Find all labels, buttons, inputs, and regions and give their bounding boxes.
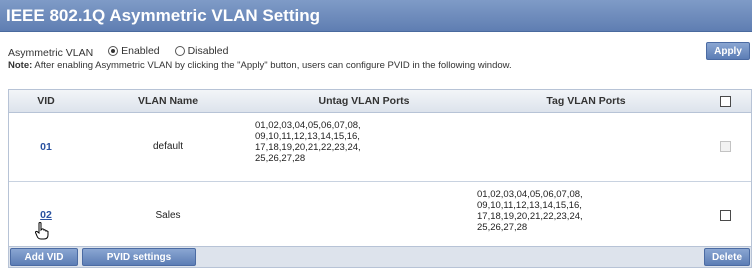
vlan-table: VID VLAN Name Untag VLAN Ports Tag VLAN …: [8, 89, 752, 268]
tag-ports-cell: [475, 112, 697, 181]
radio-disabled-indicator[interactable]: [174, 46, 185, 56]
radio-enabled-label: Enabled: [121, 45, 160, 57]
row-select-cell[interactable]: [697, 181, 752, 249]
vid-link[interactable]: 01: [40, 141, 52, 153]
radio-enabled[interactable]: Enabled: [108, 44, 160, 58]
tag-ports-cell: 01,02,03,04,05,06,07,08, 09,10,11,12,13,…: [477, 189, 583, 233]
vlan-name-cell: default: [152, 141, 184, 152]
note-prefix: Note:: [8, 60, 33, 71]
asymmetric-vlan-label: Asymmetric VLAN: [8, 47, 94, 59]
note-body: After enabling Asymmetric VLAN by clicki…: [32, 60, 512, 71]
radio-enabled-indicator[interactable]: [108, 46, 119, 56]
add-vid-button[interactable]: Add VID: [10, 248, 78, 266]
apply-button[interactable]: Apply: [706, 42, 750, 60]
row-checkbox: [719, 141, 731, 152]
row-select-cell: [697, 112, 752, 181]
note-text: Note: After enabling Asymmetric VLAN by …: [8, 59, 512, 72]
header-tag-ports: Tag VLAN Ports: [546, 95, 626, 107]
table-footer: Add VID PVID settings Delete: [9, 246, 751, 267]
table-header: VID VLAN Name Untag VLAN Ports Tag VLAN …: [9, 90, 751, 113]
vid-cell: 01: [9, 112, 83, 181]
page-title: IEEE 802.1Q Asymmetric VLAN Setting: [0, 0, 752, 32]
header-vlan-name: VLAN Name: [137, 95, 199, 107]
table-row: 01 default 01,02,03,04,05,06,07,08, 09,1…: [9, 112, 751, 182]
delete-button[interactable]: Delete: [704, 248, 750, 266]
untag-ports-cell: 01,02,03,04,05,06,07,08, 09,10,11,12,13,…: [255, 120, 361, 164]
row-checkbox[interactable]: [719, 209, 731, 221]
radio-disabled-label: Disabled: [187, 45, 229, 57]
vid-link[interactable]: 02: [40, 209, 52, 221]
header-select-all[interactable]: [697, 90, 752, 112]
pvid-settings-button[interactable]: PVID settings: [82, 248, 196, 266]
vlan-name-cell: Sales: [155, 209, 181, 221]
hand-cursor-icon: [35, 222, 49, 240]
untag-ports-cell: [253, 181, 475, 249]
asymmetric-vlan-row: Asymmetric VLAN Enabled Disabled: [8, 44, 229, 59]
table-row: 02 Sales 01,02,03,04,05,06,07,08, 09,10,…: [9, 181, 751, 250]
header-untag-ports: Untag VLAN Ports: [318, 95, 410, 107]
header-vid: VID: [37, 95, 55, 107]
select-all-checkbox[interactable]: [719, 95, 731, 107]
radio-disabled[interactable]: Disabled: [174, 44, 229, 58]
